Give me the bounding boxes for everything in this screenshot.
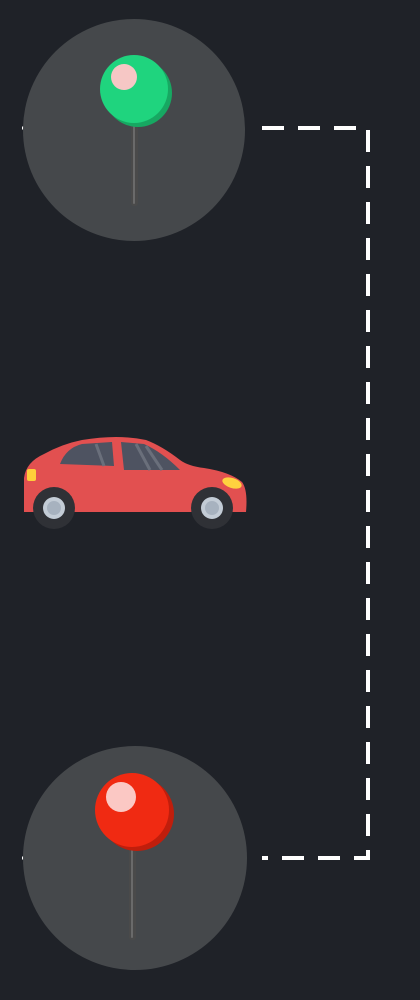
end-pin-needle-shine [131,848,133,938]
start-location-marker[interactable] [23,19,245,241]
car-taillight [27,469,36,481]
end-location-marker[interactable] [23,746,247,970]
start-pin-needle-shine [133,120,135,204]
route-illustration [0,0,420,1000]
car-rear-wheel [33,487,75,529]
start-pin-head [100,55,168,123]
route-scene [0,0,420,1000]
end-pin-highlight [106,782,136,812]
start-pin-highlight [111,64,137,90]
end-pin-head [95,773,169,847]
car-front-wheel [191,487,233,529]
